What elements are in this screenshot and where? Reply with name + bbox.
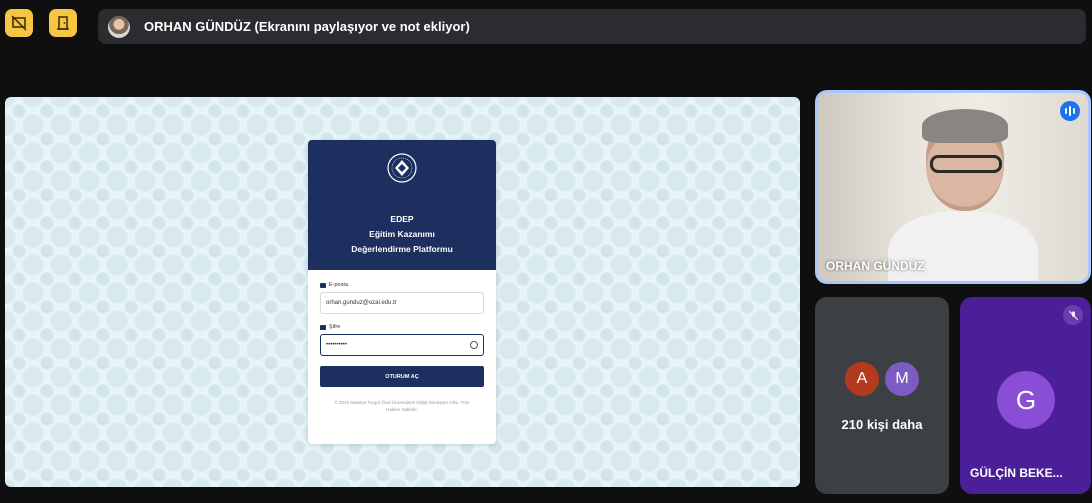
participant-tile-g[interactable]: G GÜLÇİN BEKE... [960,297,1091,494]
more-participants-count: 210 kişi daha [841,417,923,432]
shared-screen: EDEP Eğitim Kazanımı Değerlendirme Platf… [5,97,800,487]
app-subtitle-1: Eğitim Kazanımı [369,229,435,239]
speaking-icon [1060,101,1080,121]
speaker-video-tile[interactable]: ORHAN GÜNDÜZ [815,90,1091,284]
mail-icon [320,282,326,288]
eye-icon[interactable] [470,341,478,349]
door-icon [57,16,69,30]
participant-avatar-g: G [997,371,1055,429]
presenter-text: ORHAN GÜNDÜZ (Ekranını paylaşıyor ve not… [144,19,470,34]
exit-room-button[interactable] [49,9,77,37]
participant-avatar-a: A [845,362,879,396]
email-field[interactable]: orhan.gunduz@ozal.edu.tr [320,292,484,314]
copyright-footer: © 2025 Malatya Turgut Özal Üniversitesi … [334,400,470,412]
login-card: EDEP Eğitim Kazanımı Değerlendirme Platf… [308,140,496,444]
password-label: Şifre [320,324,484,330]
password-field[interactable]: •••••••••• [320,334,484,356]
email-label: E-posta [320,282,484,288]
participant-avatar-m: M [885,362,919,396]
presentation-off-button[interactable] [5,9,33,37]
login-card-header: EDEP Eğitim Kazanımı Değerlendirme Platf… [308,140,496,270]
app-name: EDEP [390,214,414,224]
meeting-window: ORHAN GÜNDÜZ (Ekranını paylaşıyor ve not… [0,0,1092,503]
more-participants-tile[interactable]: A M 210 kişi daha [815,297,949,494]
app-subtitle-2: Değerlendirme Platformu [351,244,453,254]
login-form: E-posta orhan.gunduz@ozal.edu.tr Şifre •… [308,270,496,413]
presenter-avatar [108,15,130,38]
speaker-name: ORHAN GÜNDÜZ [826,259,925,273]
university-seal-icon [387,153,417,183]
participant-name-g: GÜLÇİN BEKE... [970,466,1063,480]
presenter-banner: ORHAN GÜNDÜZ (Ekranını paylaşıyor ve not… [98,9,1086,44]
presentation-off-icon [11,15,27,31]
login-button[interactable]: OTURUM AÇ [320,366,484,387]
mic-off-icon [1063,305,1083,325]
lock-icon [320,324,326,330]
